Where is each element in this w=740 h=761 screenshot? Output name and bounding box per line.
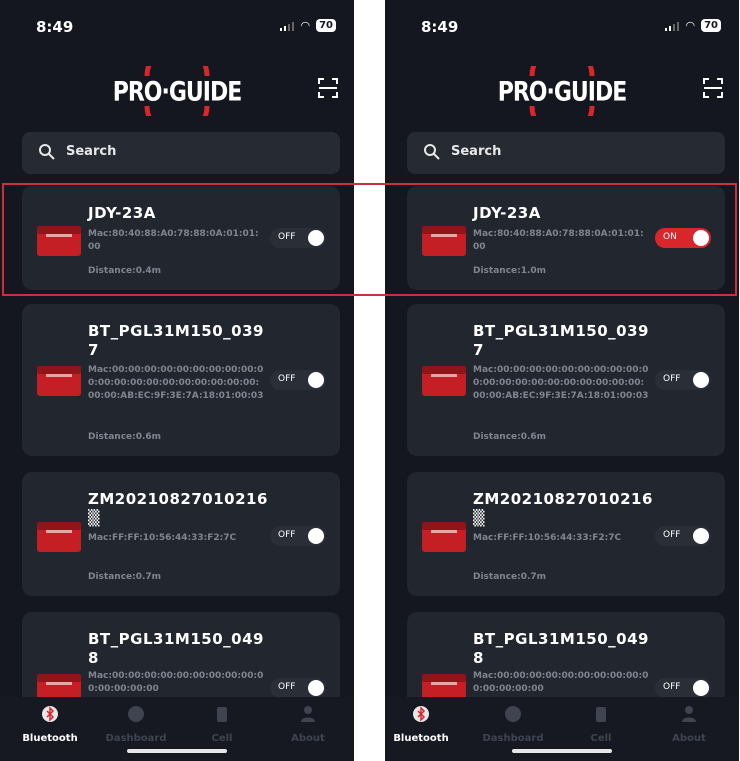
dashboard-icon <box>128 706 144 722</box>
tab-cell[interactable]: Cell <box>569 705 633 744</box>
search-placeholder: Search <box>451 144 502 159</box>
tab-cell[interactable]: Cell <box>190 705 254 744</box>
tab-dashboard[interactable]: Dashboard <box>104 705 168 744</box>
tab-about[interactable]: About <box>657 705 721 744</box>
connect-toggle[interactable]: OFF <box>655 370 711 390</box>
tab-bar: Bluetooth Dashboard Cell About <box>385 697 739 761</box>
device-card[interactable]: ZM20210827010216▒ Mac:FF:FF:10:56:44:33:… <box>22 472 340 596</box>
device-distance: Distance:0.7m <box>88 572 162 582</box>
device-mac: Mac:00:00:00:00:00:00:00:00:00:00:00:00:… <box>473 365 649 401</box>
connect-toggle[interactable]: OFF <box>270 526 326 546</box>
wifi-icon: ◠ <box>685 19 696 32</box>
user-icon <box>301 706 315 722</box>
status-time: 8:49 <box>36 18 74 36</box>
battery-badge: 70 <box>316 19 336 32</box>
connect-toggle[interactable]: OFF <box>270 370 326 390</box>
device-mac: Mac:FF:FF:10:56:44:33:F2:7C <box>473 533 622 543</box>
tab-label: Cell <box>211 733 233 744</box>
device-name: BT_PGL31M150_0397 <box>88 322 264 359</box>
search-icon <box>424 144 440 160</box>
tab-label: About <box>291 733 325 744</box>
battery-device-icon <box>422 366 466 396</box>
device-distance: Distance:0.6m <box>473 432 547 442</box>
logo-text: PRO·GUIDE <box>112 77 243 108</box>
scan-icon[interactable] <box>703 78 723 98</box>
toggle-label: OFF <box>663 374 681 384</box>
tab-bluetooth[interactable]: Bluetooth <box>18 705 82 744</box>
comparison-highlight-box <box>2 183 737 296</box>
device-distance: Distance:0.7m <box>473 572 547 582</box>
tab-bluetooth[interactable]: Bluetooth <box>389 705 453 744</box>
device-mac: Mac:00:00:00:00:00:00:00:00:00:00:00:00:… <box>88 671 264 694</box>
bluetooth-icon <box>413 706 429 722</box>
battery-device-icon <box>37 366 81 396</box>
device-name: ZM20210827010216▒ <box>473 490 653 527</box>
tab-label: Dashboard <box>482 733 544 744</box>
tab-label: Cell <box>590 733 612 744</box>
signal-icon <box>280 21 295 31</box>
app-logo: PRO·GUIDE <box>385 62 739 124</box>
wifi-icon: ◠ <box>300 19 311 32</box>
home-indicator <box>127 749 227 753</box>
tab-bar: Bluetooth Dashboard Cell About <box>0 697 354 761</box>
logo-text: PRO·GUIDE <box>497 77 628 108</box>
device-mac: Mac:00:00:00:00:00:00:00:00:00:00:00:00:… <box>473 671 649 694</box>
search-bar[interactable]: Search <box>22 132 340 174</box>
tab-label: Bluetooth <box>393 733 449 744</box>
toggle-label: OFF <box>663 530 681 540</box>
toggle-label: OFF <box>278 682 296 692</box>
tab-label: About <box>672 733 706 744</box>
device-name: BT_PGL31M150_0397 <box>473 322 649 359</box>
battery-device-icon <box>422 522 466 552</box>
cell-icon <box>217 707 227 722</box>
device-card[interactable]: BT_PGL31M150_0397 Mac:00:00:00:00:00:00:… <box>407 304 725 456</box>
phone-screen-left: 8:49 ◠ 70 PRO·GUIDE Search JDY-23A Mac:8… <box>0 0 354 761</box>
device-name: BT_PGL31M150_0498 <box>473 630 649 667</box>
search-placeholder: Search <box>66 144 117 159</box>
device-mac: Mac:FF:FF:10:56:44:33:F2:7C <box>88 533 237 543</box>
device-card[interactable]: BT_PGL31M150_0397 Mac:00:00:00:00:00:00:… <box>22 304 340 456</box>
dashboard-icon <box>505 706 521 722</box>
device-distance: Distance:0.6m <box>88 432 162 442</box>
search-bar[interactable]: Search <box>407 132 725 174</box>
connect-toggle[interactable]: OFF <box>655 678 711 698</box>
tab-dashboard[interactable]: Dashboard <box>481 705 545 744</box>
toggle-label: OFF <box>278 530 296 540</box>
device-mac: Mac:00:00:00:00:00:00:00:00:00:00:00:00:… <box>88 365 264 401</box>
status-bar: 8:49 ◠ 70 <box>385 18 739 40</box>
search-icon <box>39 144 55 160</box>
tab-about[interactable]: About <box>276 705 340 744</box>
device-name: BT_PGL31M150_0498 <box>88 630 264 667</box>
phone-screen-right: 8:49 ◠ 70 PRO·GUIDE Search JDY-23A Mac:8… <box>385 0 739 761</box>
home-indicator <box>512 749 612 753</box>
toggle-label: OFF <box>663 682 681 692</box>
status-bar: 8:49 ◠ 70 <box>0 18 354 40</box>
app-logo: PRO·GUIDE <box>0 62 354 124</box>
status-time: 8:49 <box>421 18 459 36</box>
battery-badge: 70 <box>701 19 721 32</box>
tab-label: Dashboard <box>105 733 167 744</box>
user-icon <box>682 706 696 722</box>
toggle-label: OFF <box>278 374 296 384</box>
bluetooth-icon <box>42 706 58 722</box>
signal-icon <box>665 21 680 31</box>
device-card[interactable]: ZM20210827010216▒ Mac:FF:FF:10:56:44:33:… <box>407 472 725 596</box>
connect-toggle[interactable]: OFF <box>270 678 326 698</box>
tab-label: Bluetooth <box>22 733 78 744</box>
connect-toggle[interactable]: OFF <box>655 526 711 546</box>
battery-device-icon <box>37 522 81 552</box>
cell-icon <box>596 707 606 722</box>
device-name: ZM20210827010216▒ <box>88 490 268 527</box>
scan-icon[interactable] <box>318 78 338 98</box>
